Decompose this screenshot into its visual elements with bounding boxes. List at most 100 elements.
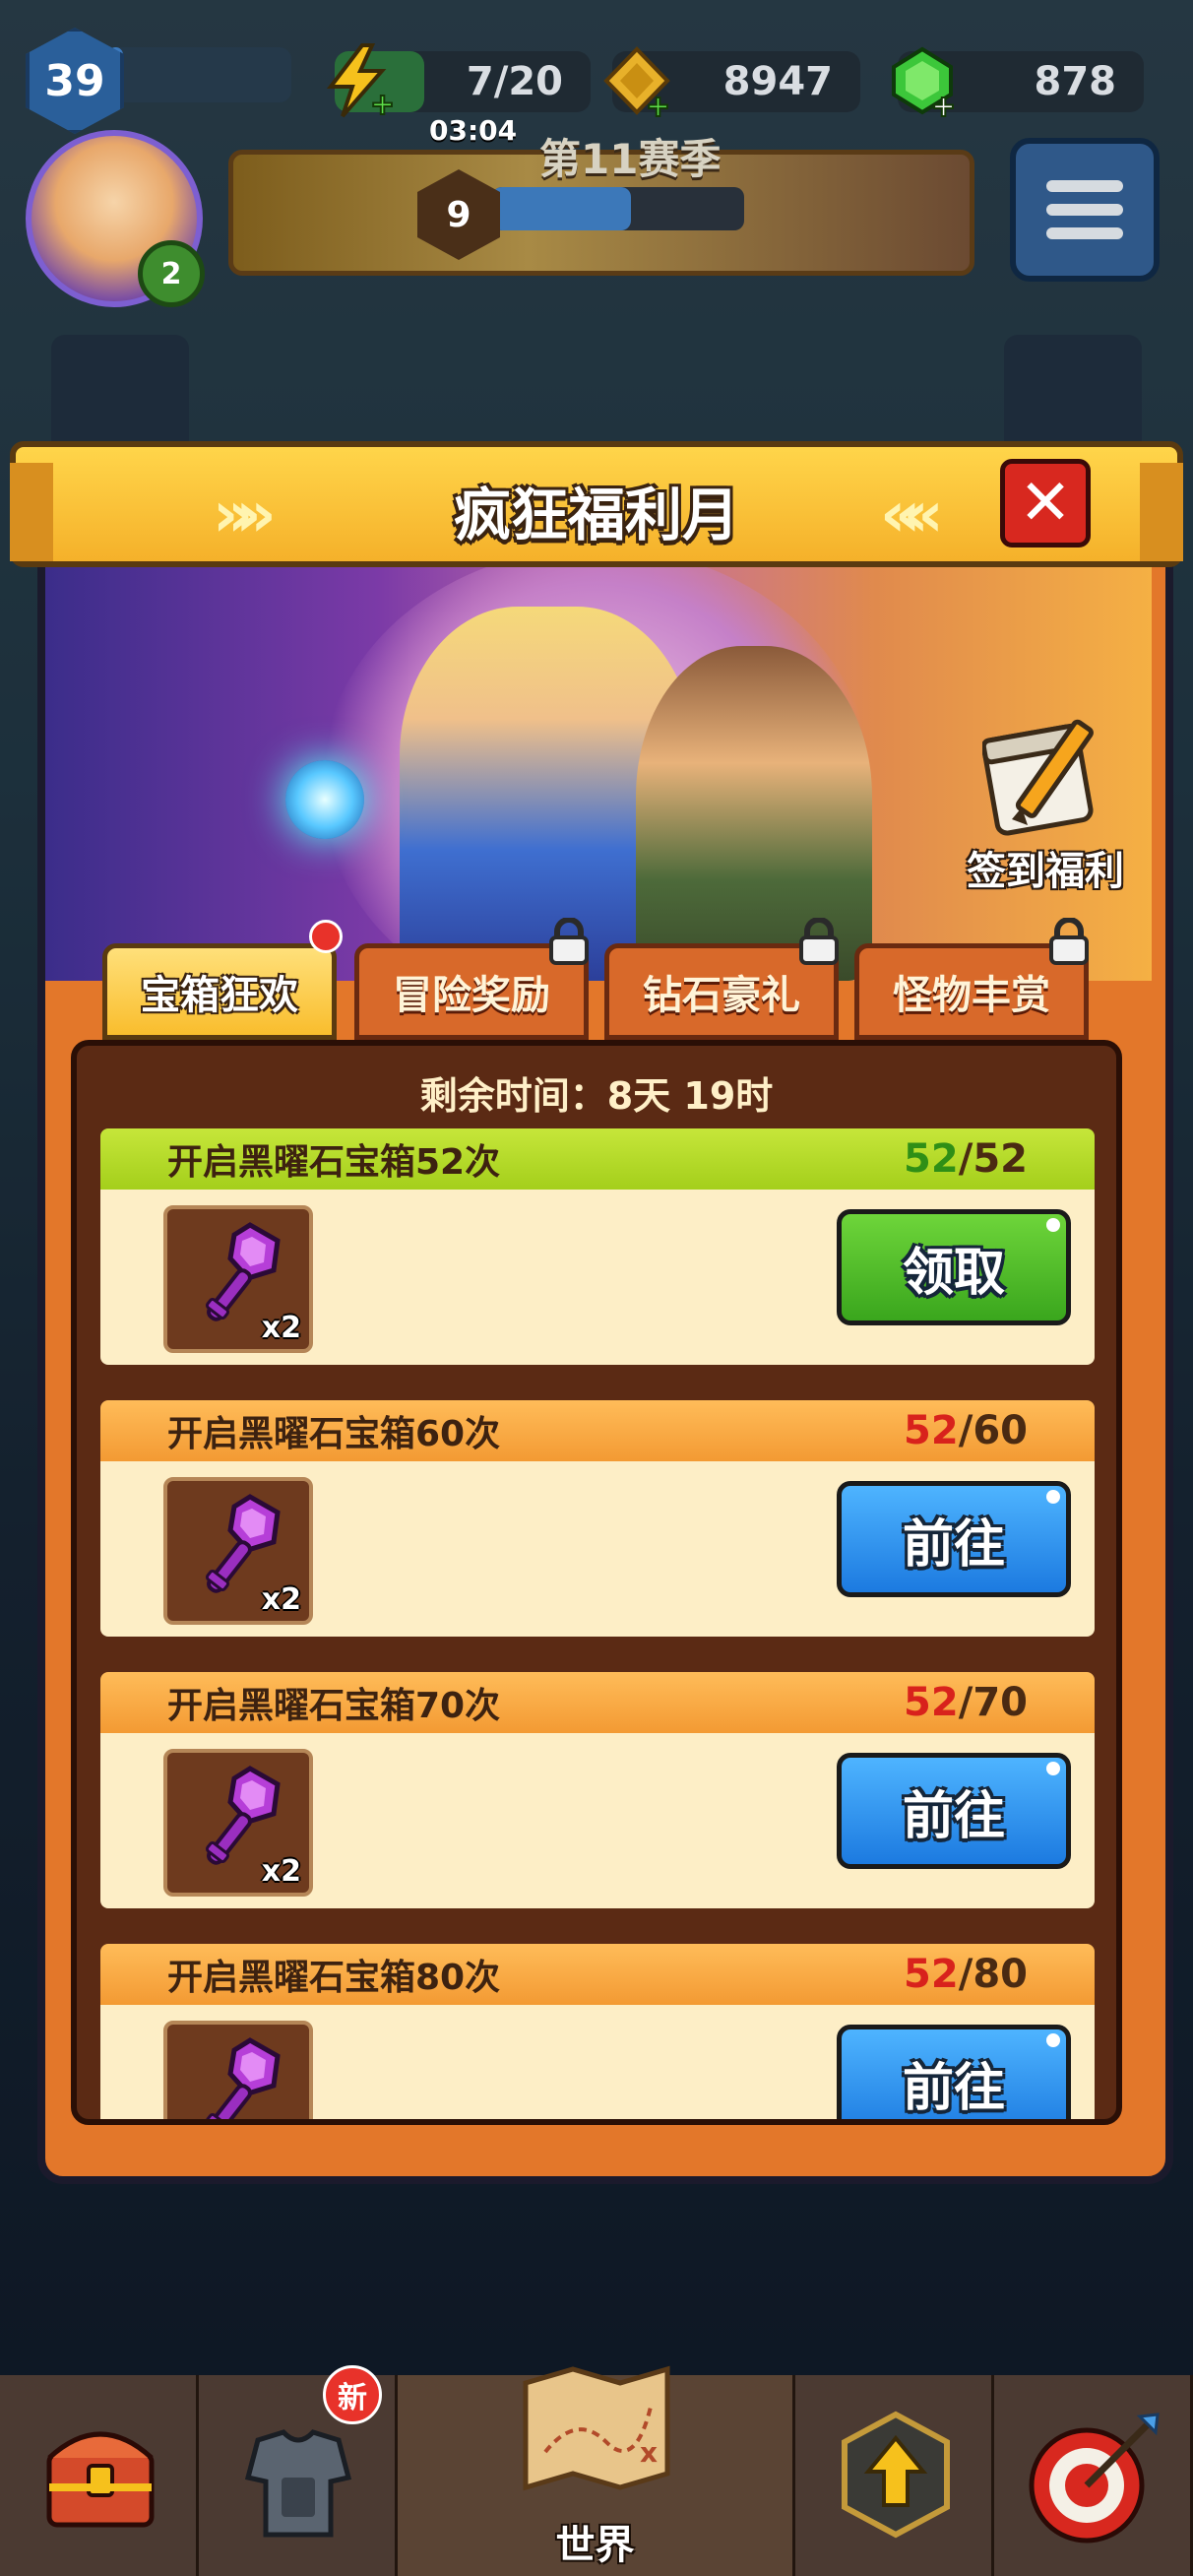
- season-progress-bar: [492, 187, 744, 230]
- reward-quantity: x2: [261, 1311, 301, 1345]
- svg-text:x: x: [640, 2436, 658, 2469]
- task-progress: 52/80: [904, 1952, 1028, 1997]
- go-button[interactable]: 前往: [837, 1481, 1071, 1597]
- button-shine: [1046, 1218, 1060, 1232]
- gem-value: 878: [1034, 59, 1117, 104]
- tab-chest-carnival[interactable]: 宝箱狂欢: [102, 943, 337, 1040]
- menu-bar: [1046, 204, 1123, 216]
- lightning-plus-icon: +: [326, 43, 396, 118]
- season-title: 第11赛季: [539, 135, 722, 183]
- target-arrow-icon: [1029, 2413, 1160, 2544]
- new-badge: 新: [323, 2365, 382, 2424]
- task-body: x2 领取: [100, 1190, 1095, 1365]
- reward-quantity: x2: [261, 1854, 301, 1889]
- remaining-time: 剩余时间：8天 19时: [419, 1074, 774, 1118]
- lock-icon: [1049, 918, 1089, 965]
- task-title: 开启黑曜石宝箱60次: [167, 1414, 501, 1454]
- lock-icon: [799, 918, 839, 965]
- player-level-badge[interactable]: 39: [26, 28, 124, 134]
- tab-label: 冒险奖励: [393, 973, 550, 1018]
- reward-slot[interactable]: x2: [163, 1477, 313, 1625]
- task-progress: 52/52: [904, 1136, 1028, 1182]
- task-item: 开启黑曜石宝箱60次 52/60 x2 前往: [100, 1400, 1095, 1648]
- task-progress: 52/70: [904, 1680, 1028, 1725]
- calendar-icon[interactable]: [1004, 335, 1142, 453]
- task-item: 开启黑曜石宝箱80次 52/80 x2 前往: [100, 1944, 1095, 2119]
- reward-slot[interactable]: x2: [163, 1749, 313, 1897]
- avatar-notification-badge: 2: [138, 240, 205, 307]
- gem-counter[interactable]: + 878: [892, 46, 1144, 118]
- treasure-map-icon: x: [523, 2365, 670, 2491]
- go-button-label: 前往: [902, 1514, 1005, 1575]
- main-menu-button[interactable]: [1010, 138, 1160, 282]
- reward-slot[interactable]: x2: [163, 1205, 313, 1353]
- player-level: 39: [44, 55, 105, 106]
- claim-button[interactable]: 领取: [837, 1209, 1071, 1325]
- armor-icon: [244, 2429, 352, 2538]
- tab-label: 怪物丰赏: [893, 973, 1050, 1018]
- upgrade-arrow-icon: [842, 2411, 950, 2539]
- nav-shop[interactable]: [0, 2375, 199, 2576]
- nav-equipment[interactable]: 新: [199, 2365, 398, 2576]
- task-body: x2 前往: [100, 2005, 1095, 2119]
- signin-welfare-label: 签到福利: [967, 849, 1124, 894]
- tab-notification-dot: [309, 920, 343, 953]
- task-progress: 52/60: [904, 1408, 1028, 1453]
- bottom-nav: 新 x 世界: [0, 2365, 1193, 2576]
- side-event-icon[interactable]: [51, 335, 189, 453]
- task-progress-total: /80: [958, 1952, 1028, 1997]
- claim-button-label: 领取: [902, 1243, 1005, 1303]
- task-panel: 剩余时间：8天 19时 开启黑曜石宝箱52次 52/52 x2 领取 开启黑曜石…: [71, 1040, 1122, 2125]
- svg-text:+: +: [646, 90, 670, 118]
- lock-icon: [549, 918, 589, 965]
- gold-coin-plus-icon: +: [603, 46, 671, 118]
- button-shine: [1046, 2033, 1060, 2047]
- gold-counter[interactable]: + 8947: [603, 46, 860, 118]
- close-button[interactable]: ✕: [1000, 459, 1091, 547]
- menu-bar: [1046, 227, 1123, 239]
- nav-battle[interactable]: [994, 2375, 1193, 2576]
- task-title: 开启黑曜石宝箱52次: [167, 1142, 501, 1183]
- energy-value: 7/20: [466, 59, 563, 104]
- button-shine: [1046, 1762, 1060, 1775]
- task-progress-current: 52: [904, 1680, 959, 1725]
- task-progress-total: /60: [958, 1408, 1028, 1453]
- task-item: 开启黑曜石宝箱52次 52/52 x2 领取: [100, 1128, 1095, 1377]
- go-button-label: 前往: [902, 1786, 1005, 1846]
- gem-plus-icon: +: [892, 46, 957, 118]
- reward-slot[interactable]: x2: [163, 2021, 313, 2119]
- menu-bar: [1046, 180, 1123, 192]
- task-title: 开启黑曜石宝箱70次: [167, 1686, 501, 1726]
- task-title: 开启黑曜石宝箱80次: [167, 1958, 501, 1998]
- signin-calendar-icon[interactable]: [982, 709, 1110, 837]
- go-button[interactable]: 前往: [837, 1753, 1071, 1869]
- task-list[interactable]: 开启黑曜石宝箱52次 52/52 x2 领取 开启黑曜石宝箱60次 52/60 …: [100, 1128, 1095, 2119]
- top-hud: 39 + 7/20 03:04 + 8947 + 878: [0, 16, 1193, 147]
- nav-world-label: 世界: [555, 2523, 635, 2568]
- task-progress-total: /70: [958, 1680, 1028, 1725]
- task-item: 开启黑曜石宝箱70次 52/70 x2 前往: [100, 1672, 1095, 1920]
- treasure-chest-icon: [46, 2431, 155, 2528]
- svg-text:+: +: [370, 88, 395, 118]
- task-body: x2 前往: [100, 1461, 1095, 1637]
- task-progress-current: 52: [904, 1952, 959, 1997]
- energy-timer: 03:04: [429, 114, 518, 147]
- task-header: 开启黑曜石宝箱60次 52/60: [100, 1400, 1095, 1461]
- nav-world[interactable]: x 世界: [398, 2365, 795, 2576]
- tab-label: 钻石豪礼: [643, 973, 800, 1018]
- task-header: 开启黑曜石宝箱80次 52/80: [100, 1944, 1095, 2005]
- task-progress-current: 52: [904, 1136, 959, 1182]
- task-header: 开启黑曜石宝箱52次 52/52: [100, 1128, 1095, 1190]
- svg-text:+: +: [931, 90, 956, 118]
- close-icon: ✕: [1019, 467, 1072, 540]
- xp-bar: [108, 47, 291, 102]
- go-button[interactable]: 前往: [837, 2025, 1071, 2119]
- tab-label: 宝箱狂欢: [141, 973, 298, 1018]
- season-progress-fill: [492, 187, 631, 230]
- task-progress-total: /52: [958, 1136, 1028, 1182]
- nav-upgrade[interactable]: [795, 2375, 994, 2576]
- energy-counter[interactable]: + 7/20: [326, 43, 591, 118]
- task-header: 开启黑曜石宝箱70次 52/70: [100, 1672, 1095, 1733]
- button-shine: [1046, 1490, 1060, 1504]
- task-progress-current: 52: [904, 1408, 959, 1453]
